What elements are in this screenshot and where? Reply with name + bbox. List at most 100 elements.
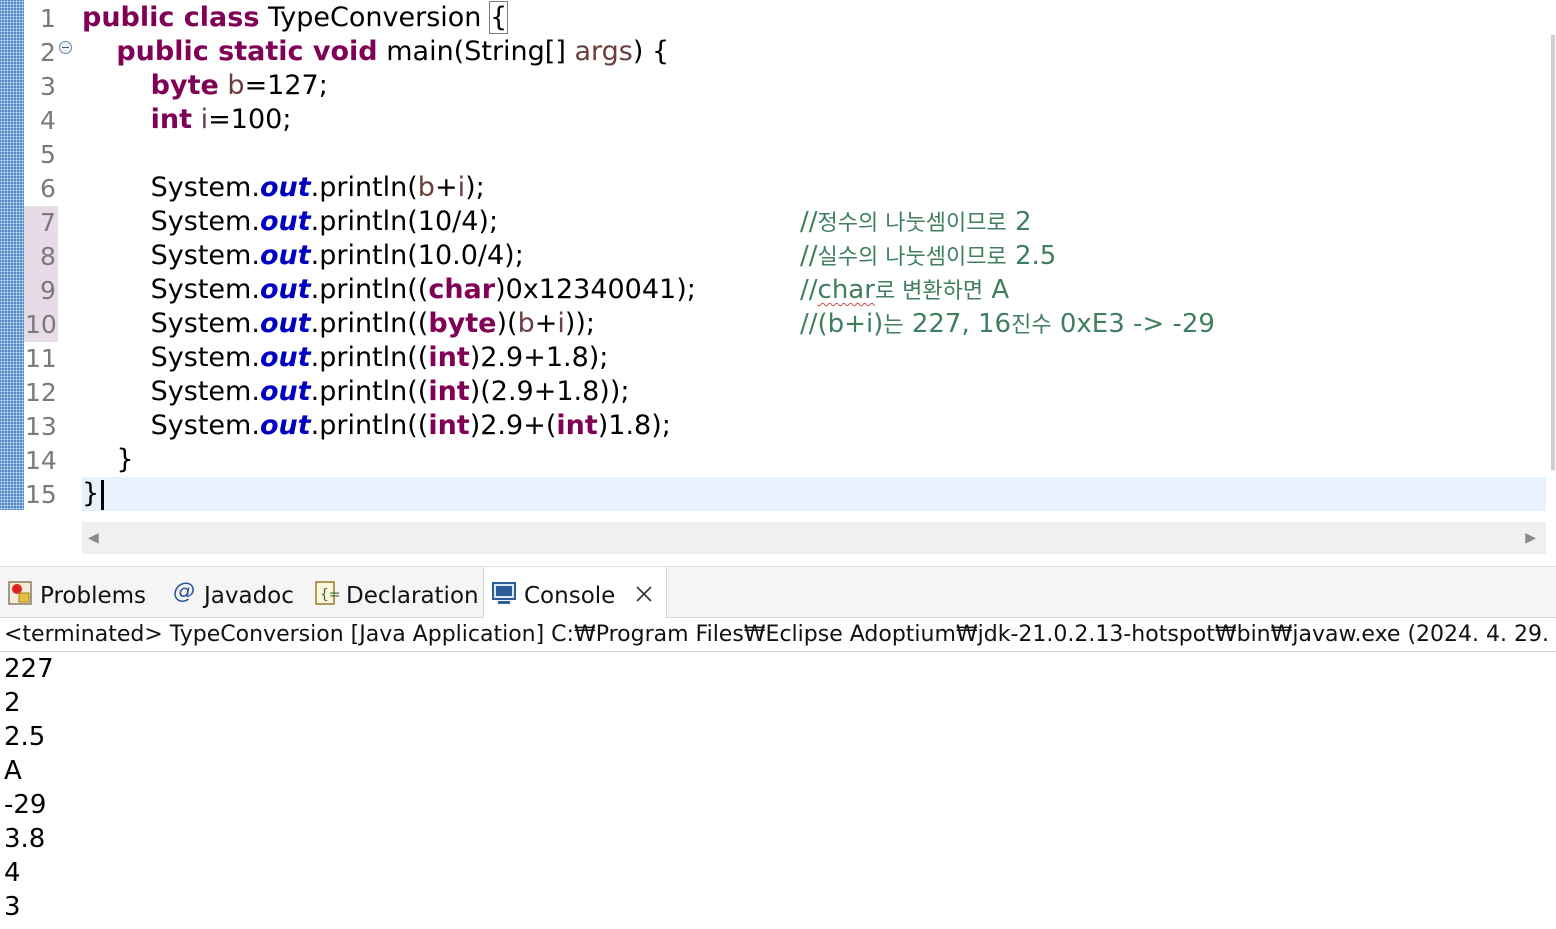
comment-token: 2.5: [1006, 241, 1057, 271]
code-token: .println((: [310, 274, 429, 305]
code-line[interactable]: public static void main(String[] args) {: [82, 35, 669, 69]
tab-declaration[interactable]: {= Declaration: [306, 567, 482, 618]
code-token: out: [259, 308, 311, 339]
tab-console[interactable]: Console: [483, 567, 667, 618]
code-token: }: [82, 478, 100, 509]
code-line[interactable]: System.out.println(10/4);: [82, 205, 498, 239]
code-line[interactable]: int i=100;: [82, 103, 292, 137]
code-token: out: [259, 206, 311, 237]
code-token: =100;: [208, 104, 292, 135]
code-token: out: [259, 240, 311, 271]
code-token: ));: [564, 308, 596, 339]
code-token: +: [534, 308, 558, 339]
code-token: i: [457, 172, 466, 203]
code-token: )2.9+1.8);: [469, 342, 609, 373]
code-line[interactable]: byte b=127;: [82, 69, 328, 103]
code-token: public class: [82, 2, 260, 33]
line-number: 8: [24, 240, 58, 274]
code-token: b: [417, 172, 435, 203]
code-token: char: [428, 274, 496, 305]
comment-token: //: [800, 207, 818, 237]
console-output-line: 227: [4, 654, 54, 684]
collapse-fold-icon[interactable]: [59, 41, 72, 54]
code-token: )2.9+(: [469, 410, 557, 441]
console-output-line: A: [4, 756, 22, 786]
comment-token: //: [800, 275, 818, 305]
close-icon[interactable]: [634, 584, 654, 604]
code-token: public static void: [116, 36, 378, 67]
code-token: .println((: [310, 342, 429, 373]
scroll-right-arrow-icon[interactable]: ▶: [1525, 530, 1536, 546]
code-token: out: [259, 376, 311, 407]
code-line[interactable]: }: [82, 443, 134, 477]
comment-token: 진수: [1011, 313, 1052, 338]
code-token: ) {: [632, 36, 670, 67]
declaration-icon: {=: [315, 581, 340, 605]
at-icon: @: [173, 579, 195, 604]
comment-token: char: [817, 275, 875, 305]
code-line[interactable]: System.out.println((byte)(b+i));: [82, 307, 595, 341]
line-number: 7: [24, 206, 58, 240]
console-output-line: -29: [4, 790, 47, 820]
comment-token: 로 변환하면: [874, 279, 984, 304]
code-token: +: [434, 172, 458, 203]
code-token: out: [259, 410, 311, 441]
code-token: .println(: [310, 172, 418, 203]
horizontal-scrollbar[interactable]: ◀ ▶: [82, 522, 1546, 554]
code-token: .println((: [310, 376, 429, 407]
code-token: int: [428, 410, 470, 441]
code-token: System.: [82, 342, 260, 373]
code-token: .println(10/4);: [310, 206, 499, 237]
code-token: System.: [82, 240, 260, 271]
code-token: b: [227, 70, 245, 101]
console-output-line: 3.8: [4, 824, 46, 854]
code-line[interactable]: public class TypeConversion {: [82, 1, 509, 35]
console-output-line: 3: [4, 892, 21, 922]
scroll-left-arrow-icon[interactable]: ◀: [88, 530, 99, 546]
comment-token: 0xE3 -> -29: [1051, 309, 1215, 339]
code-token: int: [428, 342, 470, 373]
code-token: TypeConversion: [259, 2, 490, 33]
code-line[interactable]: }: [82, 477, 1546, 511]
code-token: out: [259, 274, 311, 305]
code-line[interactable]: System.out.println((char)0x12340041);: [82, 273, 696, 307]
tab-problems[interactable]: Problems: [0, 567, 160, 618]
code-token: System.: [82, 410, 260, 441]
code-comment: //정수의 나눗셈이므로 2: [800, 205, 1032, 239]
console-output-line: 4: [4, 858, 21, 888]
code-token: )1.8);: [597, 410, 671, 441]
code-token: byte: [150, 70, 219, 101]
console-output[interactable]: 227 2 2.5 A -29 3.8 4 3: [0, 652, 1556, 929]
code-comment: //char로 변환하면 A: [800, 273, 1009, 307]
code-token: args: [574, 36, 633, 67]
code-line[interactable]: System.out.println(b+i);: [82, 171, 485, 205]
code-line[interactable]: System.out.println((int)2.9+1.8);: [82, 341, 609, 375]
line-number: 2: [40, 38, 56, 67]
code-area[interactable]: public class TypeConversion { public sta…: [82, 0, 1546, 520]
code-token: i: [557, 308, 565, 339]
code-line[interactable]: System.out.println(10.0/4);: [82, 239, 524, 273]
code-token: b: [517, 308, 535, 339]
code-token: main(String[]: [377, 36, 575, 67]
tab-javadoc[interactable]: @ Javadoc: [164, 567, 302, 618]
code-editor[interactable]: 1 2 3 4 5 6 7 8 9 10 11 12 13 14 15 publ…: [0, 0, 1556, 556]
code-token: }: [82, 444, 134, 475]
code-comment: //실수의 나눗셈이므로 2.5: [800, 239, 1056, 273]
vertical-scrollbar-thumb[interactable]: [1551, 35, 1555, 470]
code-token: int: [428, 376, 470, 407]
tab-label: Declaration: [346, 583, 479, 609]
text-caret: [101, 479, 105, 510]
code-token: =127;: [244, 70, 328, 101]
code-token: int: [150, 104, 193, 135]
code-token: )0x12340041);: [495, 274, 696, 305]
view-tab-bar: Problems @ Javadoc {= Declaration Consol…: [0, 566, 1556, 618]
console-output-line: 2: [4, 688, 21, 718]
console-icon: [492, 582, 516, 604]
code-line[interactable]: System.out.println((int)2.9+(int)1.8);: [82, 409, 671, 443]
code-token: .println((: [310, 308, 429, 339]
code-line[interactable]: System.out.println((int)(2.9+1.8));: [82, 375, 630, 409]
code-token: out: [259, 342, 311, 373]
line-number: 1: [40, 4, 56, 33]
